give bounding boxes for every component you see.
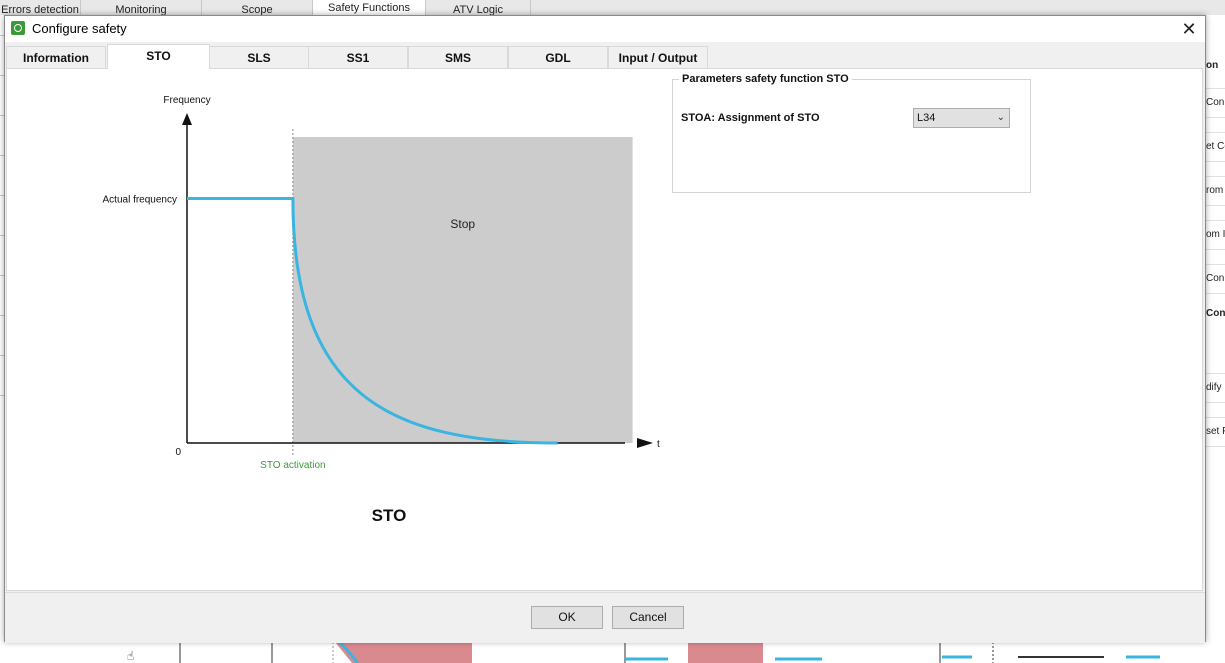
app-icon bbox=[11, 21, 25, 35]
background-tab[interactable]: Errors detection bbox=[0, 0, 81, 15]
background-tab[interactable]: Monitoring bbox=[81, 0, 202, 15]
sto-diagram: Frequency t 0 Actual frequency STO activ… bbox=[103, 95, 661, 525]
tab-gdl[interactable]: GDL bbox=[508, 46, 608, 68]
x-axis-arrow-icon bbox=[637, 438, 653, 448]
tab-ss1[interactable]: SS1 bbox=[308, 46, 408, 68]
actual-frequency-label: Actual frequency bbox=[103, 195, 178, 206]
safety-function-tabs: Information STO SLS SS1 SMS GDL Input / … bbox=[6, 44, 1204, 69]
dialog-title: Configure safety bbox=[32, 21, 127, 36]
close-button[interactable]: ✕ bbox=[1177, 18, 1201, 40]
background-panel-item[interactable]: Con bbox=[1206, 264, 1225, 294]
dialog-titlebar[interactable]: Configure safety ✕ bbox=[5, 16, 1205, 42]
stop-region bbox=[292, 137, 633, 443]
background-tab[interactable]: ATV Logic bbox=[426, 0, 531, 15]
stoa-assignment-select[interactable]: L34 ⌄ bbox=[913, 108, 1010, 128]
background-panel-item[interactable]: dify I bbox=[1206, 373, 1225, 403]
stoa-assignment-value: L34 bbox=[917, 112, 936, 124]
parameters-group-title: Parameters safety function STO bbox=[679, 73, 852, 85]
configure-safety-dialog: Configure safety ✕ Information STO SLS S… bbox=[4, 15, 1206, 643]
mouse-cursor-icon: ☝ bbox=[127, 649, 135, 663]
background-tab-active[interactable]: Safety Functions bbox=[313, 0, 426, 15]
background-panel-item[interactable]: set F bbox=[1206, 417, 1225, 447]
background-panel-item: on bbox=[1206, 60, 1219, 71]
stoa-assignment-label: STOA: Assignment of STO bbox=[681, 112, 820, 124]
background-diagram-strip bbox=[0, 642, 1225, 663]
background-panel-item[interactable]: Con bbox=[1206, 88, 1225, 118]
tab-sto[interactable]: STO bbox=[107, 44, 210, 69]
tab-sls[interactable]: SLS bbox=[209, 46, 309, 68]
tab-input-output[interactable]: Input / Output bbox=[608, 46, 708, 68]
ok-button[interactable]: OK bbox=[531, 606, 603, 629]
y-axis-label: Frequency bbox=[163, 95, 210, 106]
background-diagram bbox=[179, 642, 1160, 663]
background-panel-item[interactable]: et Co bbox=[1206, 132, 1225, 162]
chevron-down-icon: ⌄ bbox=[996, 112, 1005, 123]
background-tabstrip: Errors detection Monitoring Scope Safety… bbox=[0, 0, 1225, 16]
stop-region-label: Stop bbox=[450, 217, 475, 231]
tab-content-sto: Frequency t 0 Actual frequency STO activ… bbox=[6, 68, 1203, 591]
cancel-button[interactable]: Cancel bbox=[612, 606, 684, 629]
background-right-panel: on Con et Co rom om I Con Conf dify I se… bbox=[1205, 15, 1225, 663]
background-panel-item: Conf bbox=[1206, 308, 1225, 319]
x-axis-label: t bbox=[657, 439, 660, 450]
background-panel-item[interactable]: rom bbox=[1206, 176, 1225, 206]
tab-sms[interactable]: SMS bbox=[408, 46, 508, 68]
background-panel-item[interactable]: om I bbox=[1206, 220, 1225, 250]
y-axis-arrow-icon bbox=[182, 113, 192, 125]
origin-label: 0 bbox=[175, 447, 181, 458]
dialog-footer: OK Cancel bbox=[5, 592, 1205, 643]
sto-activation-label: STO activation bbox=[260, 460, 325, 471]
background-tab[interactable]: Scope bbox=[202, 0, 313, 15]
tab-information[interactable]: Information bbox=[6, 46, 106, 68]
chart-title: STO bbox=[372, 506, 407, 525]
parameters-group: Parameters safety function STO STOA: Ass… bbox=[672, 73, 1031, 193]
